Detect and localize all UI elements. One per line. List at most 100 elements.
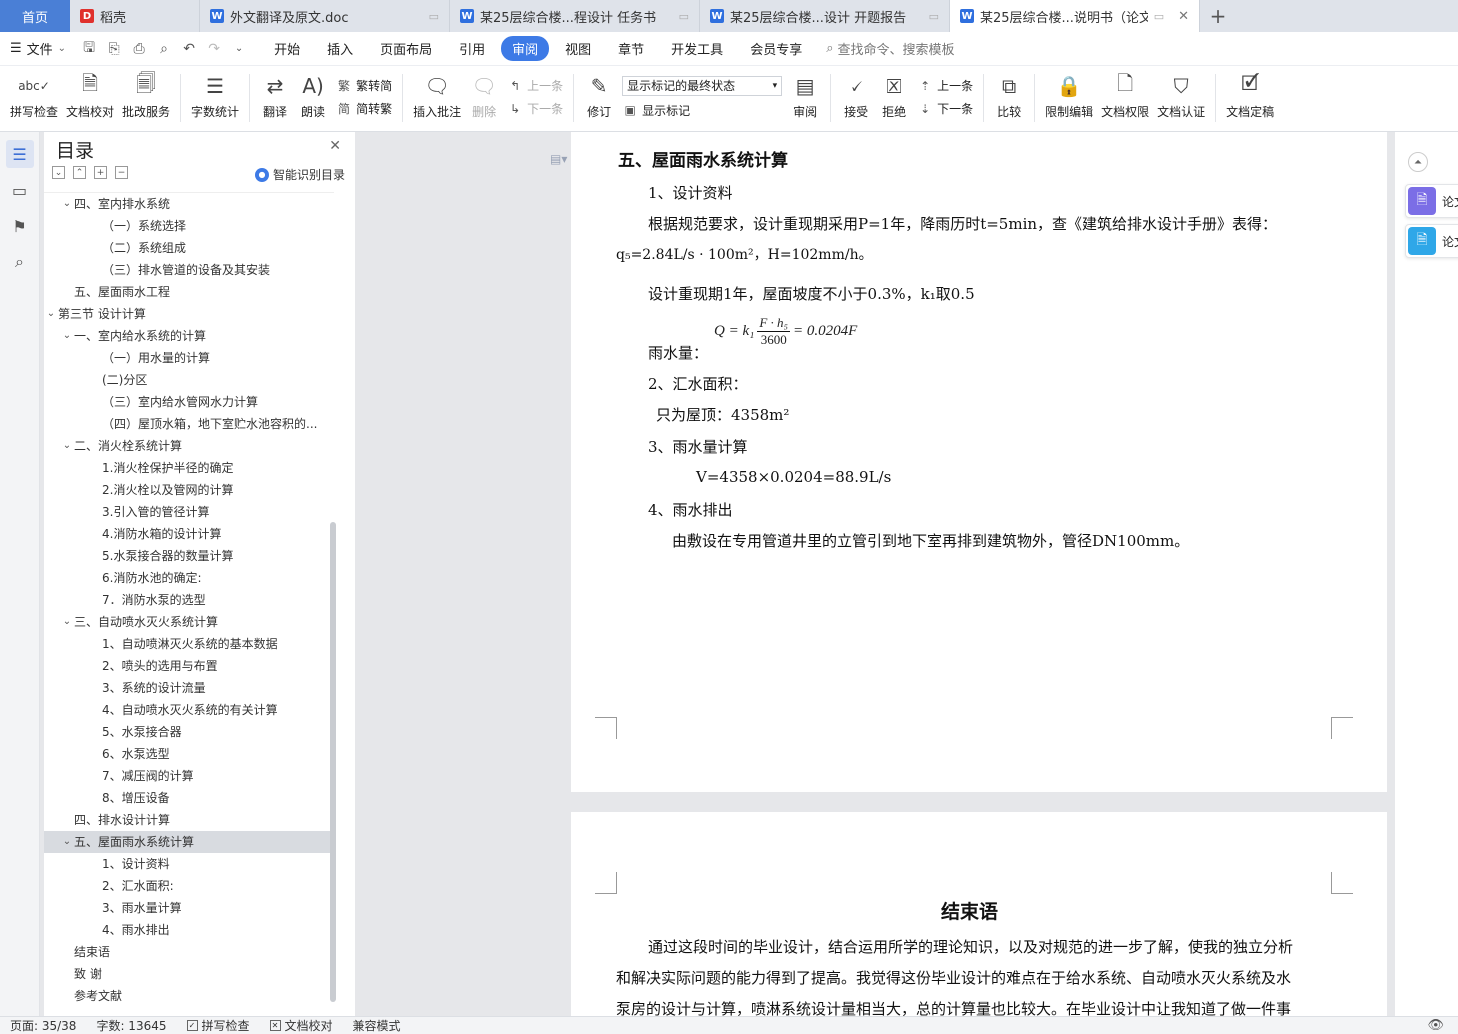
search-icon[interactable]: ⌕ <box>6 248 34 276</box>
chevron-down-icon[interactable]: ⌄ <box>60 435 74 457</box>
toc-item[interactable]: 1、自动喷淋灭火系统的基本数据 <box>44 633 334 655</box>
toc-item[interactable]: （三）室内给水管网水力计算 <box>44 391 334 413</box>
toc-item[interactable]: （一）用水量的计算 <box>44 347 334 369</box>
toc-item[interactable]: 7、减压阀的计算 <box>44 765 334 787</box>
markup-state-select[interactable]: 显示标记的最终状态 ▾ <box>622 75 783 96</box>
tab-page-layout[interactable]: 页面布局 <box>369 36 443 61</box>
toc-item[interactable]: 2、喷头的选用与布置 <box>44 655 334 677</box>
doc-finalize-button[interactable]: 🗹 文档定稿 <box>1226 66 1274 130</box>
prev-comment-button[interactable]: ↰ 上一条 <box>507 77 563 94</box>
toc-item[interactable]: ⌄ 第三节 设计计算 <box>44 303 334 325</box>
prev-change-button[interactable]: ⇡ 上一条 <box>917 77 973 94</box>
toc-item[interactable]: 参考文献 <box>44 985 334 1007</box>
toc-item[interactable]: 5、水泵接合器 <box>44 721 334 743</box>
chevron-down-icon[interactable]: ⌄ <box>44 303 58 325</box>
toc-item[interactable]: （三）排水管道的设备及其安装 <box>44 259 334 281</box>
tab-document-4-active[interactable]: W 某25层综合楼...说明书（论文） ▭ ✕ <box>950 0 1200 32</box>
toc-item[interactable]: 6、水泵选型 <box>44 743 334 765</box>
toc-item[interactable]: 4、雨水排出 <box>44 919 334 941</box>
read-aloud-button[interactable]: A) 朗读 <box>298 66 328 130</box>
undo-icon[interactable]: ↶ <box>178 38 200 60</box>
toc-item[interactable]: 6.消防水池的确定: <box>44 567 334 589</box>
toc-item[interactable]: 3.引入管的管径计算 <box>44 501 334 523</box>
add-heading-icon[interactable]: + <box>94 166 107 179</box>
toc-item[interactable]: 五、屋面雨水工程 <box>44 281 334 303</box>
chevron-down-icon[interactable]: ⌄ <box>228 38 250 60</box>
file-menu[interactable]: ☰ 文件 ⌄ <box>10 39 66 58</box>
review-pane-button[interactable]: ▤ 审阅 <box>790 66 820 130</box>
collapse-up-icon[interactable]: ⏶ <box>1408 152 1428 172</box>
toc-item[interactable]: 致 谢 <box>44 963 334 985</box>
print-preview-icon[interactable]: ⌕ <box>153 38 175 60</box>
redo-icon[interactable]: ↷ <box>203 38 225 60</box>
toc-item[interactable]: 5.水泵接合器的数量计算 <box>44 545 334 567</box>
tab-home[interactable]: 首页 <box>0 0 70 32</box>
accept-button[interactable]: 🗸 接受 <box>841 66 871 130</box>
toc-item[interactable]: 8、增压设备 <box>44 787 334 809</box>
tab-review[interactable]: 审阅 <box>501 36 550 61</box>
toc-item[interactable]: 2.消火栓以及管网的计算 <box>44 479 334 501</box>
toc-item[interactable]: 7．消防水泵的选型 <box>44 589 334 611</box>
save-icon[interactable]: 🖫 <box>78 38 100 60</box>
chapter-nav-icon[interactable]: ▭ <box>6 176 34 204</box>
toc-item[interactable]: 4.消防水箱的设计计算 <box>44 523 334 545</box>
chevron-down-icon[interactable]: ⌄ <box>60 611 74 633</box>
toc-item[interactable]: 结束语 <box>44 941 334 963</box>
show-markup-button[interactable]: ▣ 显示标记 <box>622 102 782 119</box>
tab-member[interactable]: 会员专享 <box>739 36 813 61</box>
simp-to-trad-button[interactable]: 简简转繁 <box>336 100 392 117</box>
close-icon[interactable]: ✕ <box>329 138 341 154</box>
paper-assistant-card[interactable]: 🗎 论文 <box>1405 184 1458 218</box>
tab-document-3[interactable]: W 某25层综合楼...设计 开题报告 ▭ <box>700 0 950 32</box>
doc-permission-button[interactable]: 🗋 文档权限 <box>1101 66 1149 130</box>
tab-chapter[interactable]: 章节 <box>607 36 655 61</box>
toc-item[interactable]: 2、汇水面积: <box>44 875 334 897</box>
tab-references[interactable]: 引用 <box>448 36 496 61</box>
toc-item[interactable]: （一）系统选择 <box>44 215 334 237</box>
restrict-edit-button[interactable]: 🔒 限制编辑 <box>1045 66 1093 130</box>
new-tab-button[interactable]: + <box>1200 0 1236 32</box>
spell-check-toggle[interactable]: ✓ 拼写检查 <box>186 1017 250 1034</box>
tab-document-2[interactable]: W 某25层综合楼...程设计 任务书 ▭ <box>450 0 700 32</box>
command-search[interactable]: ⌕ 查找命令、搜索模板 <box>826 39 954 58</box>
toc-item[interactable]: 四、排水设计计算 <box>44 809 334 831</box>
paper-format-card[interactable]: 🗎 论文 <box>1405 224 1458 258</box>
translate-button[interactable]: ⇄ 翻译 <box>260 66 290 130</box>
toc-item[interactable]: （二）系统组成 <box>44 237 334 259</box>
tab-insert[interactable]: 插入 <box>316 36 364 61</box>
toc-item[interactable]: 1.消火栓保护半径的确定 <box>44 457 334 479</box>
page-indicator[interactable]: 页面: 35/38 <box>10 1017 76 1034</box>
toc-item[interactable]: （四）屋顶水箱，地下室贮水池容积的... <box>44 413 334 435</box>
tab-daoke[interactable]: D 稻壳 <box>70 0 200 32</box>
insert-comment-button[interactable]: 🗨 插入批注 <box>413 66 461 130</box>
toc-item[interactable]: ⌄ 二、消火栓系统计算 <box>44 435 334 457</box>
toc-item[interactable]: ⌄ 三、自动喷水灭火系统计算 <box>44 611 334 633</box>
expand-all-icon[interactable]: ⌃ <box>73 166 86 179</box>
toc-item[interactable]: 4、自动喷水灭火系统的有关计算 <box>44 699 334 721</box>
monitor-icon[interactable]: ▭ <box>1154 10 1164 23</box>
chevron-down-icon[interactable]: ⌄ <box>60 193 74 215</box>
delete-comment-button[interactable]: 🗨 删除 <box>469 66 499 130</box>
tab-start[interactable]: 开始 <box>263 36 311 61</box>
toc-item[interactable]: ⌄ 四、室内排水系统 <box>44 193 334 215</box>
toc-scrollbar[interactable] <box>330 522 336 1002</box>
toc-item[interactable]: 3、系统的设计流量 <box>44 677 334 699</box>
tab-document-1[interactable]: W 外文翻译及原文.doc ▭ <box>200 0 450 32</box>
toc-item[interactable]: 1、设计资料 <box>44 853 334 875</box>
toc-item[interactable]: 3、雨水量计算 <box>44 897 334 919</box>
collapse-all-icon[interactable]: ⌄ <box>52 166 65 179</box>
print-icon[interactable]: ⎙ <box>128 38 150 60</box>
annotate-service-button[interactable]: 🗐 批改服务 <box>122 66 170 130</box>
reject-button[interactable]: 🗵 拒绝 <box>879 66 909 130</box>
toc-panel-icon[interactable]: ☰ <box>5 140 34 168</box>
eye-icon[interactable]: 👁 <box>1427 1018 1444 1033</box>
export-pdf-icon[interactable]: ⎘ <box>103 38 125 60</box>
chevron-down-icon[interactable]: ⌄ <box>60 325 74 347</box>
word-count-button[interactable]: ☰ 字数统计 <box>191 66 239 130</box>
bookmark-icon[interactable]: ⚑ <box>6 212 34 240</box>
next-change-button[interactable]: ⇣ 下一条 <box>917 100 973 117</box>
tab-developer[interactable]: 开发工具 <box>660 36 734 61</box>
toc-item[interactable]: (二)分区 <box>44 369 334 391</box>
doc-cert-button[interactable]: ⛉ 文档认证 <box>1157 66 1205 130</box>
compare-button[interactable]: ⧉ 比较 <box>994 66 1024 130</box>
